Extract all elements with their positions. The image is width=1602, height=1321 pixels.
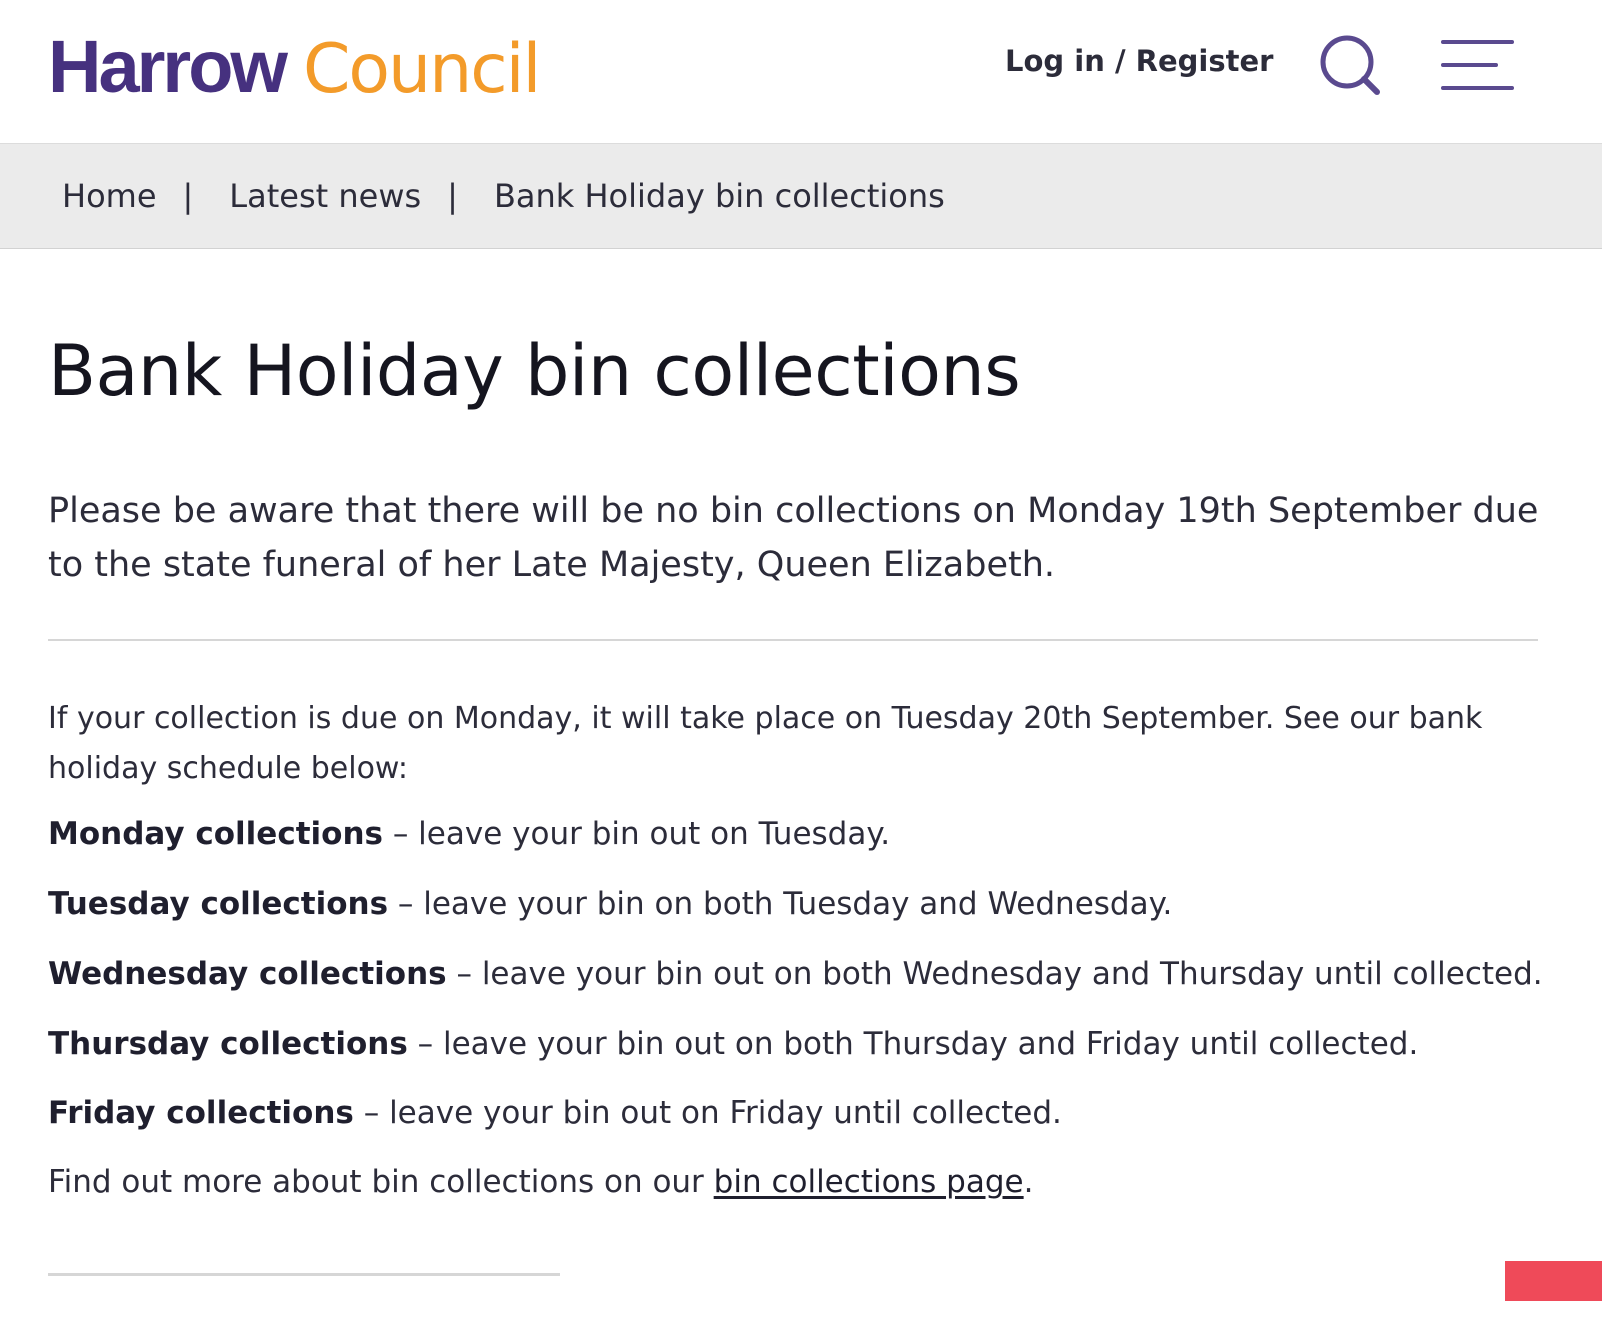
schedule-day-text: – leave your bin out on Tuesday. [382, 816, 891, 852]
logo-council-text: Council [302, 30, 541, 109]
section-divider [48, 639, 1538, 641]
harrow-council-logo[interactable]: Harrow Council [48, 24, 541, 109]
menu-button[interactable] [1440, 36, 1516, 96]
feedback-tab[interactable] [1505, 1261, 1602, 1301]
schedule-day-text: – leave your bin out on both Wednesday a… [446, 956, 1543, 992]
find-out-more-paragraph: Find out more about bin collections on o… [48, 1164, 1568, 1200]
breadcrumb-home-link[interactable]: Home [62, 177, 157, 215]
find-out-more-suffix: . [1023, 1164, 1034, 1200]
site-header: Harrow Council Log in / Register [0, 0, 1602, 143]
hamburger-menu-icon [1441, 40, 1514, 90]
schedule-day-text: – leave your bin on both Tuesday and Wed… [388, 886, 1173, 922]
login-register-link[interactable]: Log in / Register [1005, 44, 1273, 78]
schedule-day-text: – leave your bin out on both Thursday an… [407, 1026, 1419, 1062]
search-button[interactable] [1316, 33, 1384, 99]
intro-paragraph: Please be aware that there will be no bi… [48, 491, 1539, 585]
schedule-item-friday: Friday collections – leave your bin out … [48, 1095, 1568, 1131]
schedule-day-text: – leave your bin out on Friday until col… [353, 1095, 1062, 1131]
find-out-more-text: Find out more about bin collections on o… [48, 1164, 714, 1200]
breadcrumb-separator: | [182, 177, 194, 215]
schedule-day-label: Thursday collections [48, 1026, 408, 1062]
breadcrumb-current-page: Bank Holiday bin collections [493, 177, 945, 215]
schedule-day-label: Monday collections [48, 816, 383, 852]
schedule-item-wednesday: Wednesday collections – leave your bin o… [48, 956, 1568, 992]
search-icon [1320, 35, 1380, 95]
bottom-divider [48, 1273, 560, 1276]
breadcrumb-separator: | [447, 177, 458, 215]
logo-harrow-text: Harrow [48, 25, 288, 108]
schedule-item-tuesday: Tuesday collections – leave your bin on … [48, 886, 1568, 922]
schedule-day-label: Wednesday collections [48, 956, 447, 992]
schedule-day-label: Friday collections [48, 1095, 354, 1131]
breadcrumb-latest-news-link[interactable]: Latest news [229, 177, 421, 215]
schedule-item-thursday: Thursday collections – leave your bin ou… [48, 1026, 1568, 1062]
schedule-item-monday: Monday collections – leave your bin out … [48, 816, 1568, 852]
schedule-intro-paragraph: If your collection is due on Monday, it … [48, 701, 1483, 786]
page-title: Bank Holiday bin collections [48, 330, 1021, 412]
breadcrumb: Home | Latest news | Bank Holiday bin co… [0, 143, 1602, 249]
schedule-day-label: Tuesday collections [48, 886, 389, 922]
bin-collections-page-link[interactable]: bin collections page [714, 1164, 1024, 1200]
